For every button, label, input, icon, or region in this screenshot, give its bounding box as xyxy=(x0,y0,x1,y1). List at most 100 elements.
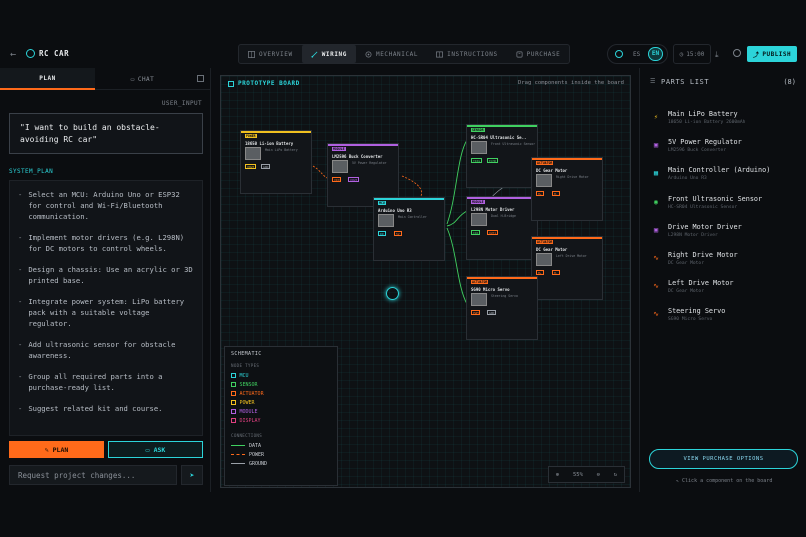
zoom-in-icon[interactable]: ⊕ xyxy=(556,472,559,478)
arrow-left-icon[interactable]: ← xyxy=(10,49,16,60)
list-icon: ☰ xyxy=(650,78,656,85)
part-item[interactable]: ▣ Drive Motor Driver L298N Motor Driver xyxy=(652,223,802,245)
legend-item: ACTUATOR xyxy=(231,389,331,398)
bolt-icon: ⚡ xyxy=(653,113,659,121)
click-hint: ↖ Click a component on the board xyxy=(676,478,773,484)
list-item: - Select an MCU: Arduino Uno or ESP32 for… xyxy=(18,190,180,221)
module-icon: ▣ xyxy=(653,141,659,149)
part-item[interactable]: ⚡ Main LiPo Battery 18650 Li-ion Battery… xyxy=(652,110,802,132)
legend-item: POWER xyxy=(231,398,331,407)
cart-icon xyxy=(516,51,523,57)
zoom-controls: ⊕ 55% ⊖ ↻ xyxy=(548,466,625,483)
globe-icon xyxy=(615,50,623,58)
user-prompt: "I want to build an obstacle-avoiding RC… xyxy=(9,113,203,154)
plan-button[interactable]: ✎ PLAN xyxy=(9,441,104,458)
user-input-label: USER_INPUT xyxy=(161,100,202,107)
motor-image xyxy=(536,253,552,266)
tab-mechanical[interactable]: MECHANICAL xyxy=(356,45,427,63)
download-icon[interactable]: ⤓ xyxy=(715,50,719,60)
servo-image xyxy=(471,293,487,306)
list-item: - Add ultrasonic sensor for obstacle awar… xyxy=(18,340,176,360)
book-icon xyxy=(436,51,444,57)
tab-purchase[interactable]: PURCHASE xyxy=(507,45,570,63)
project-title: RC CAR xyxy=(39,49,70,58)
node-motor-driver[interactable]: MODULE L298N Motor Driver Dual H-Bridge … xyxy=(466,196,538,260)
tab-plan[interactable]: PLAN xyxy=(0,68,95,90)
view-tabs: OVERVIEW WIRING MECHANICAL INSTRUCTIONS … xyxy=(238,44,571,64)
pulse-icon: ∿ xyxy=(653,282,659,290)
tab-chat[interactable]: ▭ CHAT xyxy=(95,68,190,90)
chip-icon: ▦ xyxy=(653,169,659,177)
node-servo[interactable]: ACTUATOR SG90 Micro Servo Steering Servo… xyxy=(466,276,538,340)
gear-icon xyxy=(365,51,372,57)
signal-icon: ◉ xyxy=(653,198,659,206)
chat-icon: ▭ xyxy=(130,75,135,83)
legend-item: DISPLAY xyxy=(231,416,331,425)
list-item: - Group all required parts into a purchas… xyxy=(18,372,163,392)
send-button[interactable]: ➤ xyxy=(181,465,203,485)
grid-icon xyxy=(248,50,255,58)
tab-overview[interactable]: OVERVIEW xyxy=(239,45,302,63)
node-left-motor[interactable]: ACTUATOR DC Gear Motor Left Drive Motor … xyxy=(531,236,603,300)
node-arduino[interactable]: MCU Arduino Uno R3 Main Controller D9 5V xyxy=(373,197,445,261)
part-item[interactable]: ∿ Left Drive Motor DC Gear Motor xyxy=(652,279,802,301)
arduino-image xyxy=(378,214,394,227)
part-item[interactable]: ▦ Main Controller (Arduino) Arduino Uno … xyxy=(652,166,802,188)
legend-item: GROUND xyxy=(231,459,331,468)
pulse-icon: ∿ xyxy=(653,310,659,318)
time-display[interactable]: ◷ 15:00 xyxy=(673,44,711,64)
legend-item: POWER xyxy=(231,450,331,459)
view-purchase-options-button[interactable]: VIEW PURCHASE OPTIONS xyxy=(649,449,798,469)
request-input[interactable] xyxy=(9,465,177,485)
parts-title: PARTS LIST xyxy=(661,78,710,86)
buck-converter-image xyxy=(332,160,348,173)
parts-count: (8) xyxy=(783,78,796,86)
list-item: - Integrate power system: LiPo battery pa… xyxy=(18,297,185,328)
top-bar: ← RC CAR OVERVIEW WIRING MECHANICAL INST… xyxy=(0,40,806,68)
tab-wiring[interactable]: WIRING xyxy=(301,45,356,63)
part-item[interactable]: ∿ Steering Servo SG90 Micro Servo xyxy=(652,307,802,329)
parts-panel: ☰ PARTS LIST (8) ⚡ Main LiPo Battery 186… xyxy=(639,68,806,492)
clock-icon: ◷ xyxy=(679,50,684,58)
legend-item: MODULE xyxy=(231,407,331,416)
wire xyxy=(446,139,468,225)
node-ultrasonic[interactable]: SENSOR HC-SR04 Ultrasonic Se.. Front Ult… xyxy=(466,124,538,188)
zoom-out-icon[interactable]: ⊖ xyxy=(597,472,600,478)
cursor-icon: ↖ xyxy=(676,478,680,484)
legend-item: MCU xyxy=(231,371,331,380)
prototype-board[interactable]: PROTOTYPE BOARD Drag components inside t… xyxy=(220,75,631,488)
module-icon: ▣ xyxy=(653,226,659,234)
collapse-panel-icon[interactable] xyxy=(197,75,204,82)
cursor-indicator xyxy=(386,287,399,300)
node-battery[interactable]: POWER 18650 Li-ion Battery Main LiPo Bat… xyxy=(240,130,312,194)
panel-tabs: PLAN ▭ CHAT xyxy=(0,68,211,90)
chat-icon: ▭ xyxy=(145,445,150,454)
motor-driver-image xyxy=(471,213,487,226)
language-switcher: ES EN xyxy=(607,44,668,64)
reset-view-icon[interactable]: ↻ xyxy=(614,472,617,478)
node-right-motor[interactable]: ACTUATOR DC Gear Motor Right Drive Motor… xyxy=(531,157,603,221)
send-icon: ➤ xyxy=(189,470,195,480)
ultrasonic-image xyxy=(471,141,487,154)
wire xyxy=(446,227,468,305)
wire-icon xyxy=(311,51,318,58)
publish-button[interactable]: ⤴ PUBLISH xyxy=(747,46,797,62)
part-item[interactable]: ▣ 5V Power Regulator LM2596 Buck Convert… xyxy=(652,138,802,160)
lang-en-option[interactable]: EN xyxy=(648,47,663,61)
part-item[interactable]: ∿ Right Drive Motor DC Gear Motor xyxy=(652,251,802,273)
globe-icon[interactable] xyxy=(733,49,741,57)
zoom-level: 55% xyxy=(572,471,583,478)
wire xyxy=(312,165,328,179)
pencil-icon: ✎ xyxy=(44,445,49,454)
project-icon xyxy=(26,49,35,58)
legend-item: SENSOR xyxy=(231,380,331,389)
part-item[interactable]: ◉ Front Ultrasonic Sensor HC-SR04 Ultras… xyxy=(652,195,802,217)
list-item: - Implement motor drivers (e.g. L298N) fo… xyxy=(18,233,185,253)
system-plan-list: - Select an MCU: Arduino Uno or ESP32 for… xyxy=(9,180,203,436)
wire xyxy=(401,175,422,197)
motor-image xyxy=(536,174,552,187)
share-icon: ⤴ xyxy=(752,51,760,59)
lang-es-option[interactable]: ES xyxy=(633,51,640,58)
ask-button[interactable]: ▭ ASK xyxy=(108,441,203,458)
tab-instructions[interactable]: INSTRUCTIONS xyxy=(427,45,507,63)
